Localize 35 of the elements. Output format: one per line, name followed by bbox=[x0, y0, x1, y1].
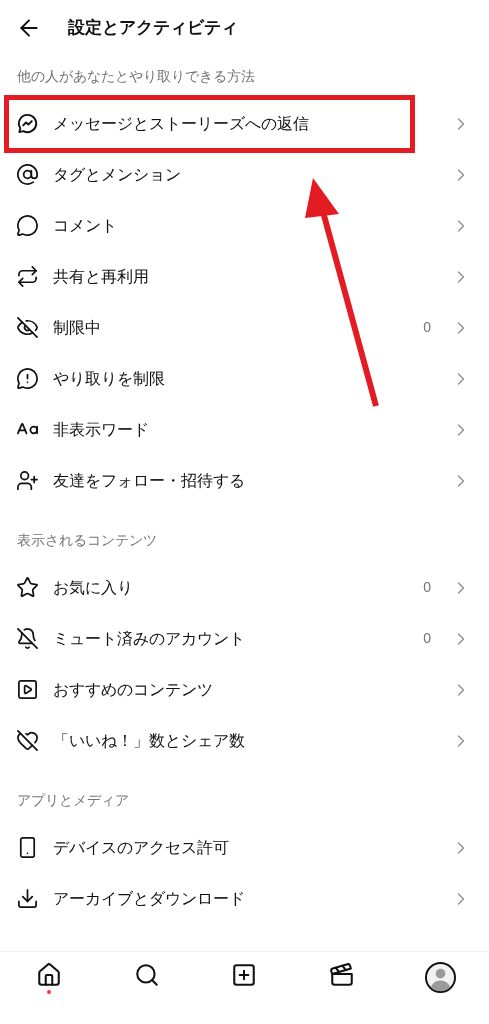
create-icon[interactable] bbox=[231, 962, 258, 988]
star-icon bbox=[16, 576, 39, 599]
settings-row[interactable]: 制限中 0 bbox=[16, 315, 471, 340]
download-icon bbox=[16, 887, 39, 910]
messenger-icon bbox=[16, 112, 39, 135]
settings-row[interactable]: コメント bbox=[16, 213, 471, 238]
page-title: 設定とアクティビティ bbox=[68, 17, 238, 40]
settings-row[interactable]: 友達をフォロー・招待する bbox=[16, 468, 471, 493]
at-sign-icon bbox=[16, 163, 39, 186]
warning-bubble-icon bbox=[16, 367, 39, 390]
repeat-icon bbox=[16, 265, 39, 288]
settings-row[interactable]: やり取りを制限 bbox=[16, 366, 471, 391]
reels-icon[interactable] bbox=[329, 962, 356, 988]
speech-bubble-icon bbox=[16, 214, 39, 237]
section-heading: 他の人があなたとやり取りできる方法 bbox=[17, 68, 255, 84]
crossed-eye-icon bbox=[16, 316, 39, 339]
settings-row[interactable]: おすすめのコンテンツ bbox=[16, 677, 471, 702]
settings-row[interactable]: 共有と再利用 bbox=[16, 264, 471, 289]
section-heading: アプリとメディア bbox=[17, 792, 129, 808]
section-heading: 表示されるコンテンツ bbox=[17, 532, 157, 548]
settings-row[interactable]: お気に入り 0 bbox=[16, 575, 471, 600]
settings-row[interactable]: 非表示ワード bbox=[16, 417, 471, 442]
add-person-icon bbox=[16, 469, 39, 492]
muted-bell-icon bbox=[16, 627, 39, 650]
avatar-icon[interactable] bbox=[424, 962, 456, 993]
search-icon[interactable] bbox=[133, 962, 160, 988]
settings-row[interactable]: アーカイブとダウンロード bbox=[16, 886, 471, 911]
play-square-icon bbox=[16, 678, 39, 701]
settings-row[interactable]: タグとメンション bbox=[16, 162, 471, 187]
crossed-heart-icon bbox=[16, 729, 39, 752]
home-icon[interactable] bbox=[35, 962, 62, 988]
settings-row[interactable]: ミュート済みのアカウント 0 bbox=[16, 626, 471, 651]
settings-row[interactable]: 「いいね！」数とシェア数 bbox=[16, 728, 471, 753]
settings-row[interactable]: デバイスのアクセス許可 bbox=[16, 835, 471, 860]
settings-row[interactable]: メッセージとストーリーズへの返信 bbox=[16, 111, 471, 136]
